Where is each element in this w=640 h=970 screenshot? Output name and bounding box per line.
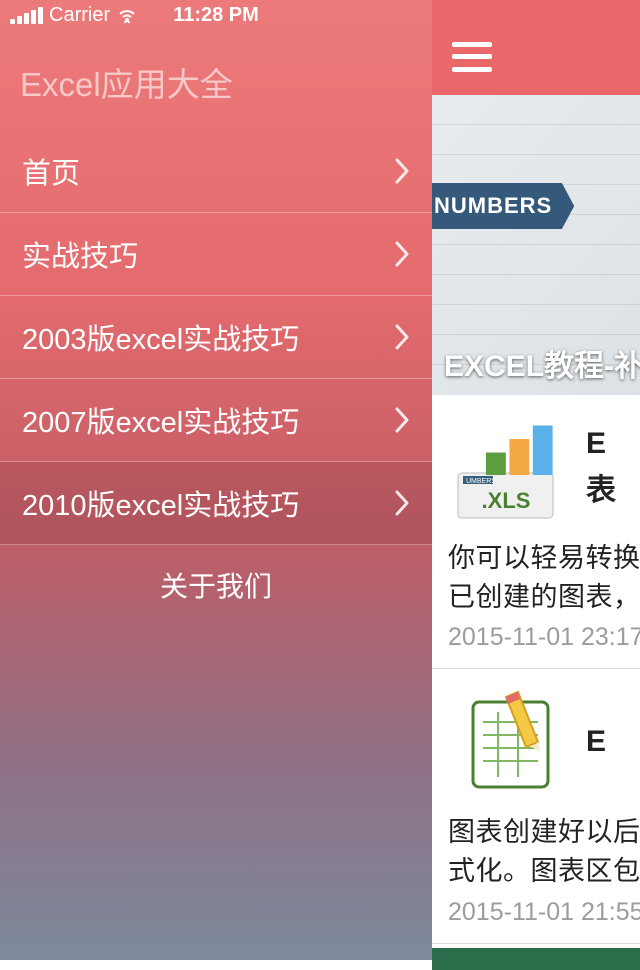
menu-item-label: 2010版excel实战技巧 bbox=[22, 482, 299, 524]
article-title: E bbox=[586, 427, 616, 461]
menu-item-2[interactable]: 2003版excel实战技巧 bbox=[0, 296, 432, 379]
status-bar: Carrier 11:28 PM bbox=[0, 0, 432, 30]
content-panel: NUMBERS EXCEL教程-补 .XLS UMBERS bbox=[432, 0, 640, 960]
chevron-right-icon bbox=[394, 407, 410, 433]
hero-badge: NUMBERS bbox=[432, 183, 574, 229]
svg-text:UMBERS: UMBERS bbox=[466, 478, 496, 485]
menu-item-0[interactable]: 首页 bbox=[0, 130, 432, 213]
article-thumb-icon bbox=[448, 687, 568, 797]
about-link[interactable]: 关于我们 bbox=[0, 545, 432, 625]
hero-caption: EXCEL教程-补 bbox=[444, 341, 640, 385]
signal-icon bbox=[10, 7, 43, 24]
menu-item-label: 首页 bbox=[22, 150, 80, 192]
wifi-icon bbox=[116, 7, 138, 23]
article-timestamp: 2015-11-01 21:55: bbox=[448, 898, 640, 927]
article-desc: 你可以轻易转换内容 已创建的图表，可 bbox=[448, 539, 640, 617]
menu-item-label: 2003版excel实战技巧 bbox=[22, 316, 299, 358]
chevron-right-icon bbox=[394, 324, 410, 350]
chevron-right-icon bbox=[394, 490, 410, 516]
menu-item-label: 2007版excel实战技巧 bbox=[22, 399, 299, 441]
status-time: 11:28 PM bbox=[173, 4, 259, 27]
article-title-line2: 表 bbox=[586, 465, 616, 509]
menu-item-4[interactable]: 2010版excel实战技巧 bbox=[0, 462, 432, 545]
article-desc: 图表创建好以后 式化。图表区包括 bbox=[448, 813, 640, 891]
app-title: Excel应用大全 bbox=[0, 30, 432, 130]
chevron-right-icon bbox=[394, 241, 410, 267]
carrier-label: Carrier bbox=[49, 4, 110, 27]
svg-text:.XLS: .XLS bbox=[482, 488, 531, 513]
chevron-right-icon bbox=[394, 158, 410, 184]
menu-item-3[interactable]: 2007版excel实战技巧 bbox=[0, 379, 432, 462]
article-item[interactable]: .XLS UMBERS E 表 你可以轻易转换内容 已创建的图表，可 2015-… bbox=[432, 395, 640, 669]
menu-item-1[interactable]: 实战技巧 bbox=[0, 213, 432, 296]
article-title: E bbox=[586, 725, 606, 759]
hero-banner[interactable]: NUMBERS EXCEL教程-补 bbox=[432, 95, 640, 395]
article-thumb-icon: .XLS UMBERS bbox=[448, 413, 568, 523]
menu-item-label: 实战技巧 bbox=[22, 233, 138, 275]
content-header bbox=[432, 0, 640, 95]
bottom-strip bbox=[432, 948, 640, 970]
sidebar-drawer: Carrier 11:28 PM Excel应用大全 首页实战技巧 2003版ex… bbox=[0, 0, 432, 960]
hamburger-icon[interactable] bbox=[452, 42, 492, 72]
article-item[interactable]: E 图表创建好以后 式化。图表区包括 2015-11-01 21:55: bbox=[432, 669, 640, 943]
article-timestamp: 2015-11-01 23:17: bbox=[448, 623, 640, 652]
